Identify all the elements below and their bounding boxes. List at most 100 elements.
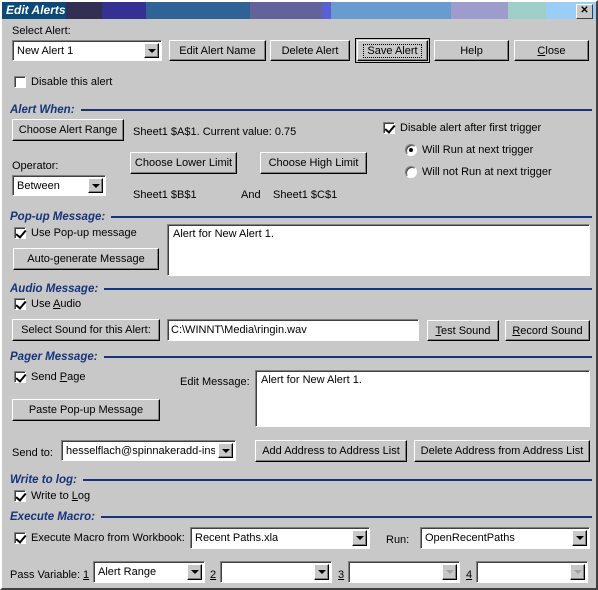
pass-variable-label: Pass Variable: — [10, 569, 81, 581]
titlebar-segment — [66, 2, 102, 19]
popup-message-text: Alert for New Alert 1. — [173, 228, 274, 240]
pass-variable-4-number: 4 — [466, 569, 473, 581]
disable-after-first-trigger-checkbox[interactable]: Disable alert after first trigger — [383, 122, 541, 134]
choose-high-limit-button[interactable]: Choose High Limit — [260, 152, 367, 174]
chevron-down-icon[interactable] — [187, 564, 202, 580]
edit-alert-name-button[interactable]: Edit Alert Name — [169, 40, 266, 61]
choose-lower-limit-button[interactable]: Choose Lower Limit — [130, 152, 237, 174]
help-label: Help — [460, 44, 483, 57]
run-label: Run: — [386, 534, 410, 546]
execute-macro-label: Execute Macro from Workbook: — [31, 532, 185, 544]
pager-message-text: Alert for New Alert 1. — [261, 374, 362, 386]
use-popup-message-checkbox[interactable]: Use Pop-up message — [14, 227, 137, 239]
workbook-value: Recent Paths.xla — [195, 532, 279, 544]
popup-message-textarea[interactable]: Alert for New Alert 1. — [167, 224, 590, 276]
checkbox-icon[interactable] — [14, 371, 26, 383]
checkbox-icon[interactable] — [14, 490, 26, 502]
workbook-combo[interactable]: Recent Paths.xla — [190, 527, 370, 549]
radio-icon[interactable] — [405, 166, 417, 178]
section-alert-when: Alert When: — [10, 104, 592, 116]
paste-popup-message-label: Paste Pop-up Message — [28, 404, 144, 416]
section-rule — [101, 516, 592, 518]
section-title: Pop-up Message: — [10, 211, 106, 223]
choose-alert-range-button[interactable]: Choose Alert Range — [12, 119, 124, 141]
pass-variable-4-combo — [476, 561, 588, 583]
titlebar-segment — [102, 2, 146, 19]
delete-address-button[interactable]: Delete Address from Address List — [414, 440, 590, 462]
operator-combo[interactable]: Between — [12, 175, 106, 196]
use-popup-message-label: Use Pop-up message — [31, 227, 137, 239]
window-title: Edit Alerts — [6, 3, 66, 17]
pager-message-textarea[interactable]: Alert for New Alert 1. — [255, 370, 590, 427]
chevron-down-icon[interactable] — [572, 530, 587, 546]
chevron-down-icon — [442, 564, 457, 580]
section-title: Write to log: — [10, 474, 77, 486]
send-page-checkbox[interactable]: Send Page — [14, 371, 85, 383]
record-sound-label: ecord Sound — [520, 324, 583, 337]
auto-generate-message-label: Auto-generate Message — [27, 253, 145, 265]
run-combo[interactable]: OpenRecentPaths — [420, 527, 590, 549]
sound-path-input[interactable]: C:\WINNT\Media\ringin.wav — [167, 319, 419, 341]
select-alert-value: New Alert 1 — [17, 44, 74, 57]
checkbox-icon[interactable] — [383, 122, 395, 134]
section-title: Audio Message: — [10, 283, 99, 295]
send-page-accel: P — [59, 371, 68, 383]
save-alert-button[interactable]: Save Alert — [355, 38, 430, 63]
operator-label: Operator: — [12, 160, 59, 172]
section-rule — [82, 479, 592, 481]
close-button[interactable]: Close — [514, 40, 589, 61]
disable-this-alert-checkbox[interactable]: Disable this alert — [14, 76, 112, 88]
chevron-down-icon[interactable] — [144, 43, 159, 58]
add-address-label: Add Address to Address List — [262, 445, 400, 457]
chevron-down-icon[interactable] — [314, 564, 329, 580]
execute-macro-checkbox[interactable]: Execute Macro from Workbook: — [14, 532, 185, 544]
send-page-label-pre: Send — [31, 371, 60, 383]
titlebar-segment — [322, 2, 331, 19]
radio-will-run-at-next-trigger[interactable]: Will Run at next trigger — [405, 144, 533, 156]
alert-range-info: Sheet1 $A$1. Current value: 0.75 — [133, 126, 297, 138]
chevron-down-icon[interactable] — [218, 443, 233, 458]
auto-generate-message-button[interactable]: Auto-generate Message — [13, 248, 159, 270]
add-address-button[interactable]: Add Address to Address List — [255, 440, 407, 462]
section-pager-message: Pager Message: — [10, 351, 592, 363]
radio-icon[interactable] — [405, 144, 417, 156]
delete-address-label: Delete Address from Address List — [420, 445, 584, 457]
titlebar-segment — [451, 2, 508, 19]
delete-alert-label: Delete Alert — [281, 44, 339, 57]
send-to-value: hesselflach@spinnakeradd-ins — [66, 444, 215, 457]
paste-popup-message-button[interactable]: Paste Pop-up Message — [12, 399, 160, 421]
record-sound-button[interactable]: Record Sound — [505, 320, 590, 341]
pass-variable-3-combo — [348, 561, 460, 583]
checkbox-icon[interactable] — [14, 298, 26, 310]
section-execute-macro: Execute Macro: — [10, 511, 592, 523]
lower-limit-ref: Sheet1 $B$1 — [133, 189, 197, 201]
chevron-down-icon[interactable] — [352, 530, 367, 546]
select-sound-label: Select Sound for this Alert: — [21, 324, 151, 336]
select-sound-button[interactable]: Select Sound for this Alert: — [12, 319, 160, 341]
select-alert-label: Select Alert: — [12, 25, 71, 37]
pass-variable-2-combo[interactable] — [220, 561, 332, 583]
write-to-log-label-pre: Write to — [31, 490, 72, 502]
radio-will-not-run-at-next-trigger[interactable]: Will not Run at next trigger — [405, 166, 552, 178]
chevron-down-icon[interactable] — [88, 178, 103, 193]
choose-alert-range-label: Choose Alert Range — [18, 124, 118, 136]
send-to-combo[interactable]: hesselflach@spinnakeradd-ins — [61, 440, 236, 461]
select-alert-combo[interactable]: New Alert 1 — [12, 40, 162, 61]
checkbox-icon[interactable] — [14, 532, 26, 544]
operator-value: Between — [17, 179, 60, 192]
edit-alerts-dialog: Edit Alerts ✕ Select Alert: New Alert 1 … — [0, 0, 598, 590]
pass-variable-3-number: 3 — [338, 569, 345, 581]
disable-after-first-trigger-label: Disable alert after first trigger — [400, 122, 542, 134]
test-sound-label: est Sound — [440, 324, 491, 337]
test-sound-button[interactable]: Test Sound — [427, 320, 499, 341]
close-icon[interactable]: ✕ — [576, 4, 593, 19]
help-button[interactable]: Help — [434, 40, 509, 61]
run-value: OpenRecentPaths — [425, 532, 515, 544]
pass-variable-1-value: Alert Range — [98, 566, 157, 578]
checkbox-icon[interactable] — [14, 76, 26, 88]
pass-variable-1-combo[interactable]: Alert Range — [93, 561, 205, 583]
use-audio-checkbox[interactable]: Use Audio — [14, 298, 81, 310]
delete-alert-button[interactable]: Delete Alert — [270, 40, 350, 61]
write-to-log-checkbox[interactable]: Write to Log — [14, 490, 90, 502]
checkbox-icon[interactable] — [14, 227, 26, 239]
